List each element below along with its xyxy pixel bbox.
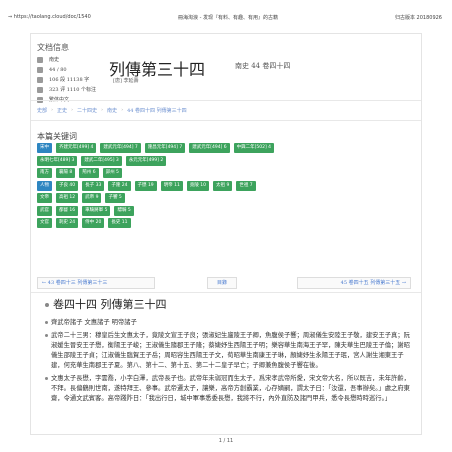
keyword-tag[interactable]: 永明七年[489] 3 bbox=[37, 155, 78, 166]
text-icon bbox=[37, 77, 43, 83]
page-number: 1 / 11 bbox=[218, 438, 234, 444]
keyword-tag[interactable]: 車騎將軍 5 bbox=[82, 205, 111, 216]
category-tag[interactable]: 宋中 bbox=[37, 143, 52, 153]
book-icon bbox=[37, 57, 43, 63]
divider bbox=[31, 120, 421, 121]
top-bar: ⇒ https://taolang.cloud/doc/1540 冊海淘浪 - … bbox=[0, 0, 452, 30]
keyword-tag[interactable]: 武帝 9 bbox=[82, 193, 102, 203]
paragraph-text: 武帝二十三男：穆皇后生文惠太子，竟陵文宣王子良；張淑妃生廬陵王子卿，魚腹侯子響；… bbox=[51, 332, 410, 369]
next-chapter-link[interactable]: 45 卷四十五 列傳第三十五 → bbox=[297, 277, 411, 289]
breadcrumb-item[interactable]: 44 卷四十四 列傳第三十四 bbox=[127, 107, 187, 114]
info-item-text: 323 评 1110 个标注 bbox=[49, 87, 97, 93]
keyword-tag[interactable]: 南方 bbox=[37, 168, 52, 178]
keyword-tag[interactable]: 長史 11 bbox=[108, 218, 131, 228]
keyword-tag[interactable]: 明帝 11 bbox=[160, 180, 183, 191]
keyword-tag[interactable]: 襄陽 8 bbox=[56, 168, 76, 178]
tag-row: 武官 都督 16 車騎將軍 5 驃騎 5 bbox=[37, 205, 417, 216]
document-page: 文档信息 南史 44 / 80 106 段 11138 字 323 评 1110 个标… bbox=[30, 33, 422, 435]
list-icon bbox=[37, 67, 43, 73]
toc-link[interactable]: 目錄 bbox=[207, 277, 237, 289]
keyword-tag[interactable]: 建武元年[494] 6 bbox=[189, 143, 230, 153]
keyword-tag[interactable]: 太祖 9 bbox=[213, 180, 233, 191]
tag-row: 文官 刺史 24 侍中 20 長史 11 bbox=[37, 218, 417, 228]
breadcrumb-item[interactable]: 正史 bbox=[57, 107, 67, 114]
info-item: 106 段 11138 字 bbox=[37, 75, 96, 85]
keyword-tag[interactable]: 中興二年[502] 4 bbox=[233, 143, 275, 153]
info-item-text: 106 段 11138 字 bbox=[49, 77, 90, 83]
tag-row: 人物 子良 40 長子 33 子隆 24 子懋 19 明帝 11 竟陵 10 太祖 9 世祖 7 bbox=[37, 180, 417, 191]
keyword-tag[interactable]: 文官 bbox=[37, 218, 52, 228]
paragraph-text: 文惠太子長懋，字雲喬，小字白澤，武帝長子也。武帝年未弱冠而生太子，爲宋孝武帝所愛… bbox=[51, 375, 410, 402]
info-list: 南史44 / 80106 段 11138 字323 评 1110 个标注繁体中文 bbox=[37, 55, 96, 105]
tag-row: 南方 襄陽 8 荊州 6 郢州 5 bbox=[37, 168, 417, 178]
chapter-title-text: 卷四十四 列傳第三十四 bbox=[53, 298, 167, 311]
breadcrumb: 史部 › 正史 › 二十四史 › 南史 › 44 卷四十四 列傳第三十四 bbox=[37, 107, 187, 114]
keyword-tag[interactable]: 永元元年[499] 2 bbox=[125, 155, 167, 166]
tag-row: 宋中 齐建元年[499] 4 建武元年[494] 7 隆昌元年[494] 7 建武元年[… bbox=[37, 143, 417, 153]
tag-row: 文帝 高祖 12 武帝 9 子響 5 bbox=[37, 193, 417, 203]
keyword-tag[interactable]: 竟陵 10 bbox=[186, 180, 210, 191]
keyword-tag[interactable]: 驃騎 5 bbox=[114, 205, 134, 216]
site-title: 冊海淘浪 - 发现『有料、有趣、有用』的古籍 bbox=[178, 15, 278, 21]
info-item: 323 评 1110 个标注 bbox=[37, 85, 96, 95]
bullet-icon bbox=[45, 321, 48, 324]
info-item-text: 南史 bbox=[49, 57, 60, 63]
keyword-tag[interactable]: 都督 16 bbox=[56, 205, 79, 216]
keyword-tag[interactable]: 長子 33 bbox=[82, 180, 105, 191]
keyword-tag[interactable]: 子響 5 bbox=[105, 193, 125, 203]
chapter-content: 卷四十四 列傳第三十四 齊武帝諸子 文惠諸子 明帝諸子 武帝二十三男：穆皇后生文… bbox=[37, 296, 415, 407]
keywords-heading: 本篇关键词 bbox=[37, 132, 77, 141]
info-item-text: 44 / 80 bbox=[49, 67, 67, 73]
tag-row: 永明七年[489] 3 建武二年[495] 3 永元元年[499] 2 bbox=[37, 155, 417, 166]
version-label: 归古版本 20180926 bbox=[394, 15, 442, 21]
paragraph: 齊武帝諸子 文惠諸子 明帝諸子 bbox=[45, 318, 415, 328]
keyword-tag[interactable]: 建武元年[494] 7 bbox=[100, 143, 141, 153]
divider bbox=[31, 100, 421, 101]
chapter-title: 卷四十四 列傳第三十四 bbox=[45, 296, 415, 312]
bullet-icon bbox=[45, 377, 48, 380]
breadcrumb-separator: › bbox=[71, 107, 74, 113]
book-author: [唐] 李延壽 bbox=[113, 78, 139, 84]
breadcrumb-item[interactable]: 二十四史 bbox=[77, 107, 97, 114]
keyword-tag[interactable]: 齐建元年[499] 4 bbox=[56, 143, 97, 153]
paragraph-text: 齊武帝諸子 文惠諸子 明帝諸子 bbox=[51, 319, 137, 326]
breadcrumb-separator: › bbox=[121, 107, 124, 113]
keyword-tag[interactable]: 侍中 20 bbox=[82, 218, 105, 228]
keyword-tag[interactable]: 子懋 19 bbox=[134, 180, 157, 191]
bullet-icon bbox=[45, 334, 48, 337]
keyword-tag[interactable]: 荊州 6 bbox=[79, 168, 99, 178]
breadcrumb-separator: › bbox=[101, 107, 104, 113]
info-item: 44 / 80 bbox=[37, 65, 96, 75]
keyword-tag[interactable]: 高祖 12 bbox=[56, 193, 79, 203]
divider bbox=[31, 292, 421, 293]
keyword-tag[interactable]: 隆昌元年[494] 7 bbox=[144, 143, 186, 153]
breadcrumb-separator: › bbox=[51, 107, 54, 113]
keyword-tag[interactable]: 刺史 24 bbox=[56, 218, 79, 228]
keyword-tag[interactable]: 建武二年[495] 3 bbox=[81, 155, 122, 166]
keyword-tag[interactable]: 世祖 7 bbox=[236, 180, 256, 191]
bullet-icon bbox=[45, 303, 49, 307]
info-heading: 文档信息 bbox=[37, 43, 69, 52]
breadcrumb-item[interactable]: 史部 bbox=[37, 107, 47, 114]
paragraph: 文惠太子長懋，字雲喬，小字白澤，武帝長子也。武帝年未弱冠而生太子，爲宋孝武帝所愛… bbox=[45, 374, 415, 404]
prev-chapter-link[interactable]: ← 43 卷四十三 列傳第三十三 bbox=[37, 277, 155, 289]
keyword-tag[interactable]: 子良 40 bbox=[56, 180, 79, 191]
paragraph: 武帝二十三男：穆皇后生文惠太子，竟陵文宣王子良；張淑妃生廬陵王子卿，魚腹侯子響；… bbox=[45, 331, 415, 371]
info-item: 南史 bbox=[37, 55, 96, 65]
keyword-tags: 宋中 齐建元年[499] 4 建武元年[494] 7 隆昌元年[494] 7 建武元年[… bbox=[37, 143, 417, 231]
keyword-tag[interactable]: 郢州 5 bbox=[102, 168, 122, 178]
keyword-tag[interactable]: 文帝 bbox=[37, 193, 52, 203]
view-icon bbox=[37, 87, 43, 93]
keyword-tag[interactable]: 子隆 24 bbox=[108, 180, 131, 191]
pager: ← 43 卷四十三 列傳第三十三 目錄 45 卷四十五 列傳第三十五 → bbox=[37, 277, 411, 289]
keyword-tag[interactable]: 武官 bbox=[37, 205, 52, 216]
page-url[interactable]: ⇒ https://taolang.cloud/doc/1540 bbox=[8, 14, 91, 20]
breadcrumb-item[interactable]: 南史 bbox=[107, 107, 117, 114]
category-tag[interactable]: 人物 bbox=[37, 180, 52, 191]
book-meta: 南史 44 卷四十四 bbox=[235, 62, 291, 70]
